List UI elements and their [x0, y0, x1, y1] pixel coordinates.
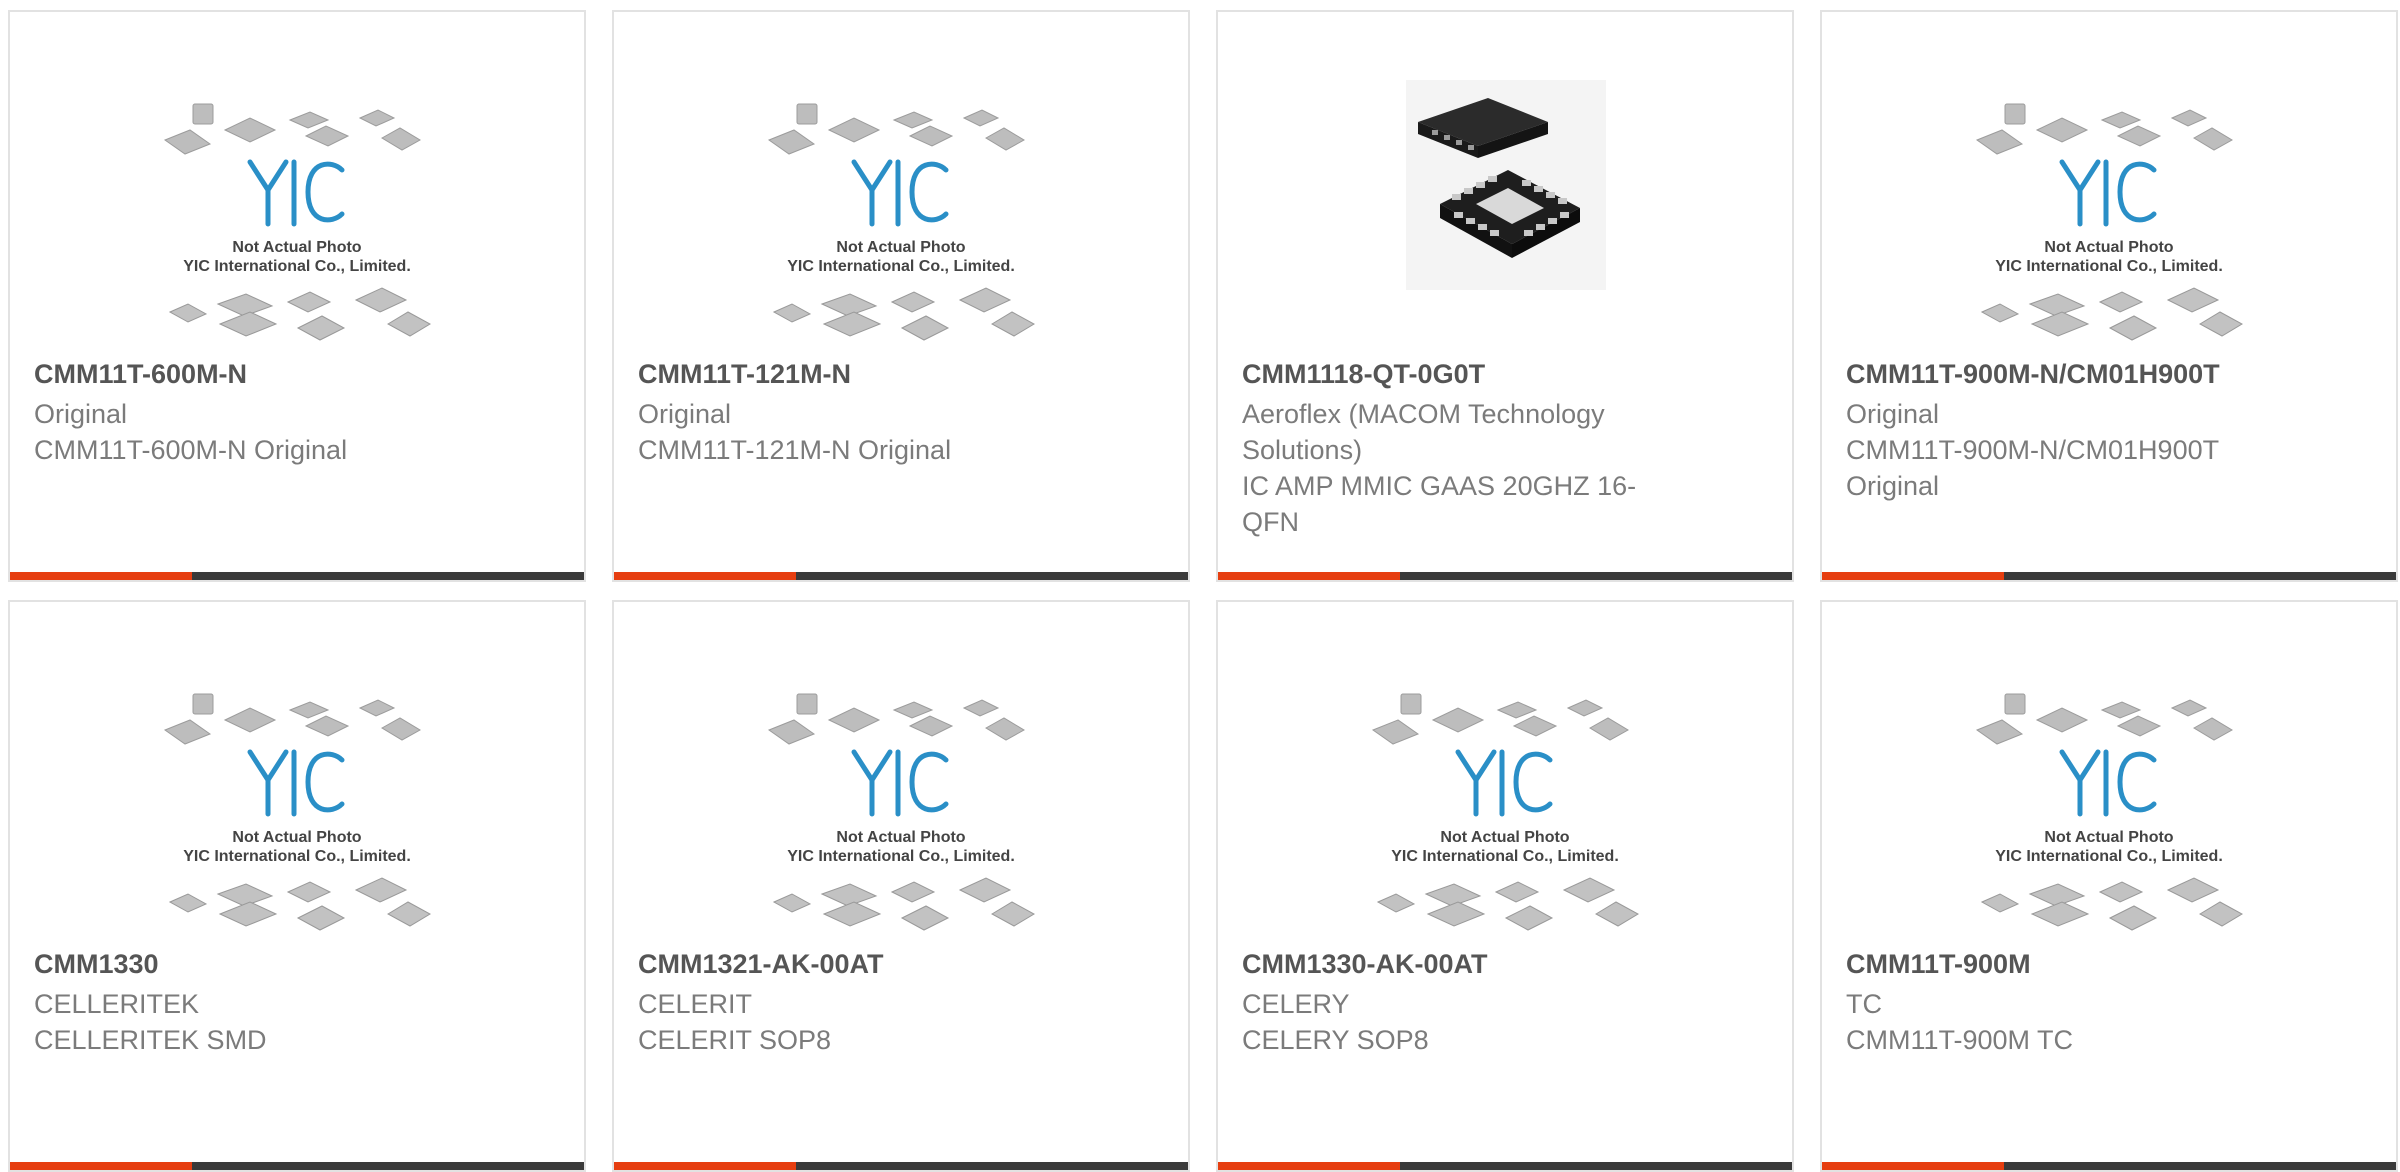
not-actual-photo-image[interactable]: Not Actual Photo YIC International Co., …: [1822, 602, 2396, 942]
not-actual-photo-image[interactable]: Not Actual Photo YIC International Co., …: [614, 602, 1188, 942]
product-part-number[interactable]: CMM11T-900M: [1846, 949, 2366, 980]
product-brand: Original: [638, 399, 732, 429]
card-bottom-bar: [10, 572, 584, 580]
product-card[interactable]: Not Actual Photo YIC International Co., …: [8, 10, 586, 582]
card-bottom-bar-accent: [1822, 572, 2004, 580]
not-actual-photo-image[interactable]: Not Actual Photo YIC International Co., …: [1218, 602, 1792, 942]
placeholder-caption-line1: Not Actual Photo: [836, 829, 965, 846]
card-bottom-bar-accent: [10, 572, 192, 580]
placeholder-caption-line1: Not Actual Photo: [232, 239, 361, 256]
card-bottom-bar: [1822, 1162, 2396, 1170]
card-bottom-bar: [1822, 572, 2396, 580]
product-part-number[interactable]: CMM1118-QT-0G0T: [1242, 359, 1762, 390]
product-grid: Not Actual Photo YIC International Co., …: [0, 0, 2400, 1172]
card-bottom-bar-accent: [1218, 572, 1400, 580]
product-card[interactable]: Not Actual Photo YIC International Co., …: [8, 600, 586, 1172]
placeholder-image-graphic: Not Actual Photo YIC International Co., …: [1975, 103, 2244, 341]
product-description: CMM11T-121M-N Original: [638, 435, 952, 465]
placeholder-caption-line1: Not Actual Photo: [2044, 829, 2173, 846]
product-part-number[interactable]: CMM1330: [34, 949, 554, 980]
placeholder-image-graphic: Not Actual Photo YIC International Co., …: [163, 693, 432, 931]
product-part-number[interactable]: CMM1321-AK-00AT: [638, 949, 1158, 980]
placeholder-caption-line2: YIC International Co., Limited.: [183, 258, 411, 275]
placeholder-caption-line2: YIC International Co., Limited.: [1995, 848, 2223, 865]
product-description: CMM11T-900M-N/CM01H900T Original: [1846, 435, 2219, 501]
product-brand: CELLERITEK: [34, 989, 200, 1019]
product-description: CELERY SOP8: [1242, 1025, 1429, 1055]
placeholder-caption-line1: Not Actual Photo: [836, 239, 965, 256]
placeholder-image-graphic: Not Actual Photo YIC International Co., …: [767, 103, 1036, 341]
placeholder-caption-line2: YIC International Co., Limited.: [1995, 258, 2223, 275]
card-bottom-bar: [614, 572, 1188, 580]
product-card[interactable]: Not Actual Photo YIC International Co., …: [1820, 600, 2398, 1172]
not-actual-photo-image[interactable]: Not Actual Photo YIC International Co., …: [1822, 12, 2396, 352]
product-image[interactable]: [1218, 12, 1792, 352]
card-bottom-bar-accent: [614, 572, 796, 580]
card-bottom-bar: [1218, 572, 1792, 580]
product-description: CMM11T-900M TC: [1846, 1025, 2074, 1055]
product-card[interactable]: Not Actual Photo YIC International Co., …: [1216, 600, 1794, 1172]
not-actual-photo-image[interactable]: Not Actual Photo YIC International Co., …: [10, 12, 584, 352]
placeholder-image-graphic: Not Actual Photo YIC International Co., …: [767, 693, 1036, 931]
product-card[interactable]: Not Actual Photo YIC International Co., …: [612, 10, 1190, 582]
product-card[interactable]: Not Actual Photo YIC International Co., …: [1820, 10, 2398, 582]
product-description: CELLERITEK SMD: [34, 1025, 267, 1055]
card-bottom-bar-accent: [1822, 1162, 2004, 1170]
qfn-chip-photo: [1406, 80, 1606, 290]
card-bottom-bar-accent: [614, 1162, 796, 1170]
product-brand: CELERY: [1242, 989, 1350, 1019]
placeholder-image-graphic: Not Actual Photo YIC International Co., …: [1371, 693, 1640, 931]
placeholder-caption-line2: YIC International Co., Limited.: [183, 848, 411, 865]
card-bottom-bar: [614, 1162, 1188, 1170]
product-card[interactable]: CMM1118-QT-0G0T Aeroflex (MACOM Technolog…: [1216, 10, 1794, 582]
placeholder-caption-line1: Not Actual Photo: [232, 829, 361, 846]
product-description: CMM11T-600M-N Original: [34, 435, 348, 465]
product-part-number[interactable]: CMM11T-121M-N: [638, 359, 1158, 390]
product-brand: Aeroflex (MACOM Technology Solutions): [1242, 399, 1605, 465]
placeholder-caption-line1: Not Actual Photo: [1440, 829, 1569, 846]
product-brand: Original: [34, 399, 128, 429]
product-card[interactable]: Not Actual Photo YIC International Co., …: [612, 600, 1190, 1172]
placeholder-caption-line2: YIC International Co., Limited.: [787, 848, 1015, 865]
product-description: IC AMP MMIC GAAS 20GHZ 16-QFN: [1242, 471, 1637, 537]
card-bottom-bar: [10, 1162, 584, 1170]
not-actual-photo-image[interactable]: Not Actual Photo YIC International Co., …: [10, 602, 584, 942]
product-part-number[interactable]: CMM1330-AK-00AT: [1242, 949, 1762, 980]
card-bottom-bar-accent: [10, 1162, 192, 1170]
card-bottom-bar-accent: [1218, 1162, 1400, 1170]
placeholder-caption-line2: YIC International Co., Limited.: [1391, 848, 1619, 865]
placeholder-caption-line2: YIC International Co., Limited.: [787, 258, 1015, 275]
placeholder-image-graphic: Not Actual Photo YIC International Co., …: [163, 103, 432, 341]
placeholder-caption-line1: Not Actual Photo: [2044, 239, 2173, 256]
product-brand: CELERIT: [638, 989, 753, 1019]
product-brand: Original: [1846, 399, 1940, 429]
card-bottom-bar: [1218, 1162, 1792, 1170]
product-brand: TC: [1846, 989, 1882, 1019]
product-part-number[interactable]: CMM11T-900M-N/CM01H900T: [1846, 359, 2366, 390]
product-description: CELERIT SOP8: [638, 1025, 832, 1055]
not-actual-photo-image[interactable]: Not Actual Photo YIC International Co., …: [614, 12, 1188, 352]
placeholder-image-graphic: Not Actual Photo YIC International Co., …: [1975, 693, 2244, 931]
product-part-number[interactable]: CMM11T-600M-N: [34, 359, 554, 390]
